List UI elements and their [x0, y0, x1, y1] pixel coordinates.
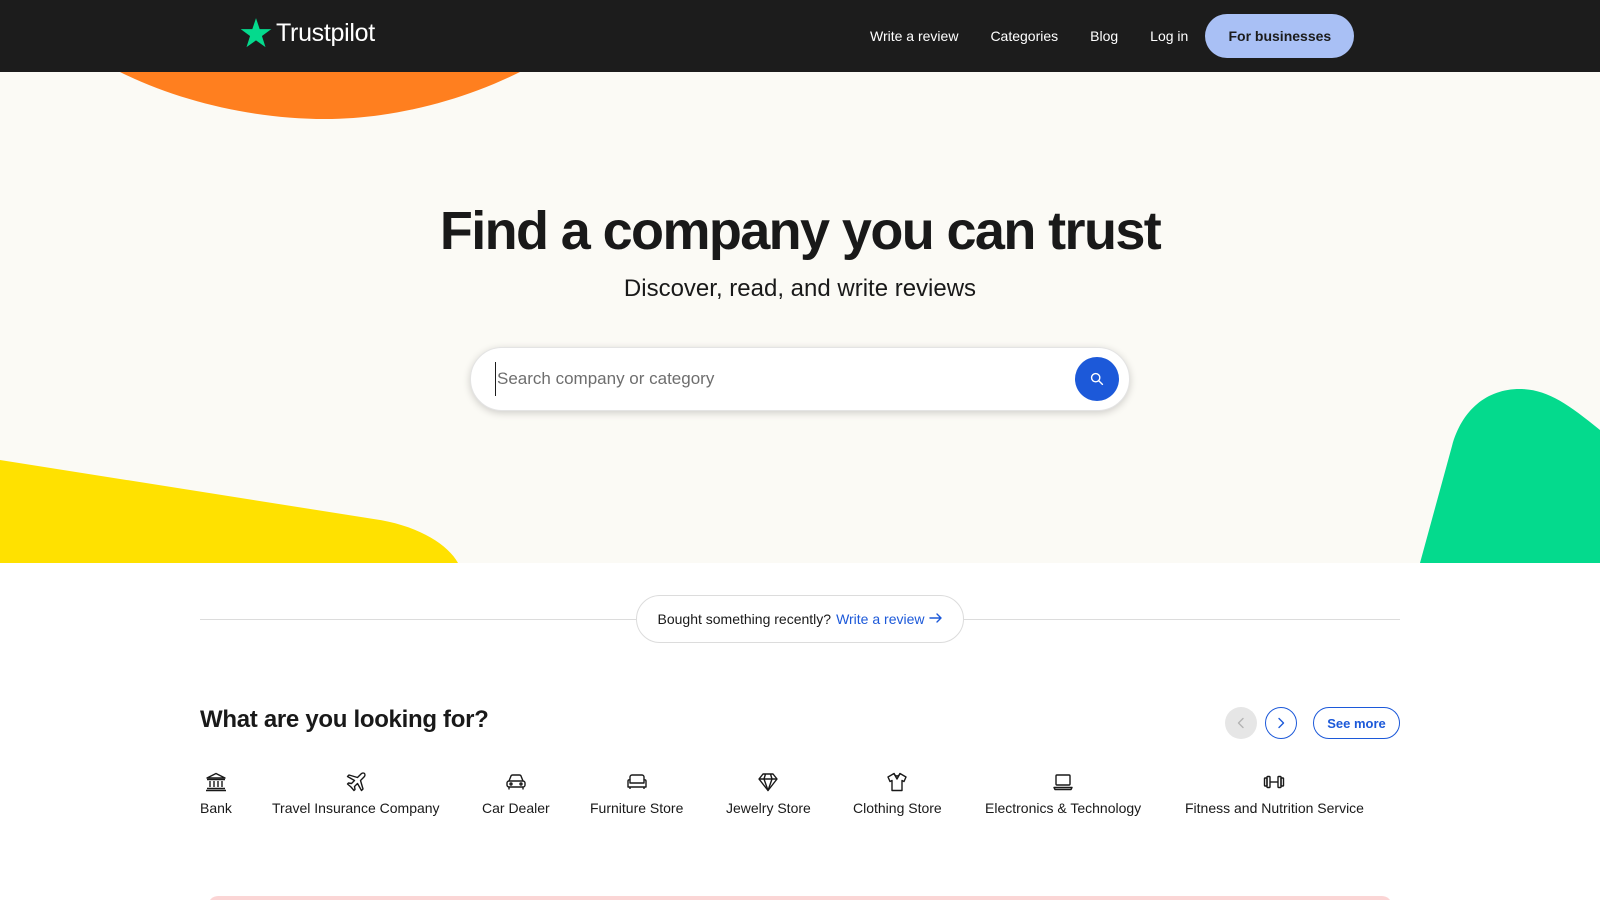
dumbbell-icon — [1264, 775, 1285, 789]
write-review-prompt: Bought something recently? Write a revie… — [636, 595, 964, 643]
chevron-right-icon — [1278, 717, 1285, 729]
nav-login-link[interactable]: Log in — [1150, 28, 1188, 44]
bank-icon — [205, 772, 226, 792]
hero-title: Find a company you can trust — [439, 201, 1162, 261]
airplane-icon — [346, 772, 366, 792]
divider-right — [964, 619, 1400, 620]
search-input[interactable] — [495, 362, 1035, 396]
category-label: Car Dealer — [482, 800, 550, 816]
logo-text: Trustpilot — [276, 18, 375, 47]
arrow-right-icon — [928, 612, 943, 624]
search-icon — [1090, 372, 1104, 386]
category-label: Travel Insurance Company — [272, 800, 440, 816]
category-bank[interactable]: Bank — [200, 770, 232, 816]
category-furniture-store[interactable]: Furniture Store — [590, 770, 683, 816]
main-nav: Write a review Categories Blog Log in Fo… — [870, 14, 1355, 58]
car-icon — [506, 774, 526, 790]
write-review-link[interactable]: Write a review — [836, 611, 942, 627]
divider-left — [200, 619, 636, 620]
nav-categories-link[interactable]: Categories — [990, 28, 1058, 44]
carousel-next-button[interactable] — [1265, 707, 1297, 739]
next-section-card-edge — [208, 896, 1392, 900]
category-label: Furniture Store — [590, 800, 684, 816]
category-label: Electronics & Technology — [985, 800, 1142, 816]
star-logo-icon — [240, 18, 272, 48]
category-fitness-nutrition[interactable]: Fitness and Nutrition Service — [1185, 770, 1364, 816]
search-button[interactable] — [1075, 357, 1119, 401]
see-more-button[interactable]: See more — [1313, 707, 1400, 739]
laptop-icon — [1053, 774, 1073, 791]
category-label: Jewelry Store — [726, 800, 811, 816]
carousel-prev-button[interactable] — [1225, 707, 1257, 739]
write-review-link-label: Write a review — [836, 611, 925, 627]
search-bar — [470, 347, 1130, 411]
green-decorative-shape — [1420, 388, 1600, 563]
nav-blog-link[interactable]: Blog — [1090, 28, 1118, 44]
categories-section-title: What are you looking for? — [200, 706, 489, 733]
category-label: Clothing Store — [853, 800, 942, 816]
category-travel-insurance[interactable]: Travel Insurance Company — [272, 770, 440, 816]
nav-write-review-link[interactable]: Write a review — [870, 28, 958, 44]
category-car-dealer[interactable]: Car Dealer — [482, 770, 550, 816]
tshirt-icon — [887, 772, 908, 792]
trustpilot-logo[interactable]: Trustpilot — [239, 16, 375, 50]
top-navigation-bar: Trustpilot Write a review Categories Blo… — [0, 0, 1600, 72]
sofa-icon — [626, 774, 647, 789]
category-electronics-technology[interactable]: Electronics & Technology — [985, 770, 1141, 816]
prompt-text: Bought something recently? — [657, 611, 832, 627]
category-jewelry-store[interactable]: Jewelry Store — [726, 770, 811, 816]
category-label: Bank — [200, 800, 232, 816]
category-label: Fitness and Nutrition Service — [1185, 800, 1364, 816]
orange-decorative-shape — [120, 72, 520, 119]
chevron-left-icon — [1237, 717, 1244, 729]
hero-section: Find a company you can trust Discover, r… — [0, 72, 1600, 563]
diamond-icon — [758, 773, 779, 792]
hero-subtitle: Discover, read, and write reviews — [623, 275, 977, 302]
category-clothing-store[interactable]: Clothing Store — [853, 770, 942, 816]
yellow-decorative-shape — [0, 460, 458, 563]
for-businesses-button[interactable]: For businesses — [1205, 14, 1355, 58]
